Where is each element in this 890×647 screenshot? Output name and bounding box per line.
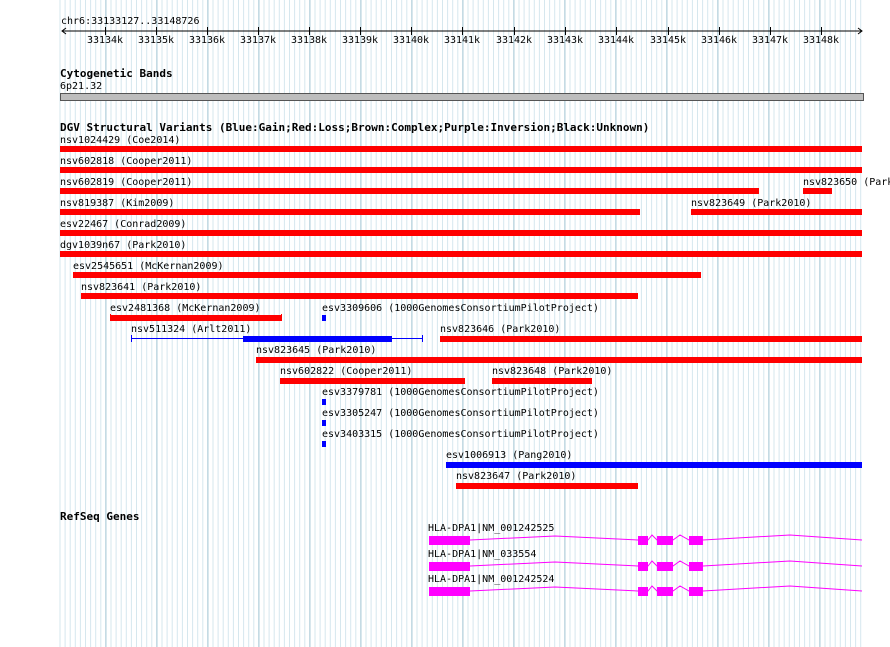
dgv-variant-bar[interactable] xyxy=(73,272,701,278)
ruler-tick-label: 33142k xyxy=(495,35,533,46)
refseq-exon xyxy=(638,562,648,571)
dgv-variant-label: esv22467 (Conrad2009) xyxy=(60,219,187,230)
ruler-tick xyxy=(360,27,361,35)
refseq-exon xyxy=(429,562,470,571)
dgv-variant-bar[interactable] xyxy=(492,378,592,384)
dgv-variant-label: nsv823650 (Park xyxy=(803,177,890,188)
dgv-variant-core[interactable] xyxy=(243,336,392,342)
ruler-tick xyxy=(411,27,412,35)
ruler-tick xyxy=(309,27,310,35)
ruler-tick xyxy=(565,27,566,35)
ruler-tick xyxy=(616,27,617,35)
dgv-variant-bar[interactable] xyxy=(446,462,862,468)
refseq-gene-model[interactable] xyxy=(0,559,890,573)
refseq-track-title: RefSeq Genes xyxy=(60,510,140,523)
refseq-exon xyxy=(657,536,673,545)
dgv-variant-label: esv2545651 (McKernan2009) xyxy=(73,261,224,272)
dgv-variant-bar[interactable] xyxy=(456,483,638,489)
ruler-tick-label: 33145k xyxy=(649,35,687,46)
ruler-tick-label: 33136k xyxy=(188,35,226,46)
dgv-track-title: DGV Structural Variants (Blue:Gain;Red:L… xyxy=(60,121,650,134)
dgv-variant-bar[interactable] xyxy=(60,251,862,257)
dgv-variant-label: esv3379781 (1000GenomesConsortiumPilotPr… xyxy=(322,387,599,398)
cytoband-track-title: Cytogenetic Bands xyxy=(60,67,173,80)
dgv-variant-label: esv3309606 (1000GenomesConsortiumPilotPr… xyxy=(322,303,599,314)
ruler-tick-label: 33140k xyxy=(392,35,430,46)
dgv-variant-bar[interactable] xyxy=(60,146,862,152)
refseq-exon xyxy=(689,536,703,545)
dgv-variant-bar[interactable] xyxy=(60,167,862,173)
dgv-variant-bar[interactable] xyxy=(60,230,862,236)
ruler-tick xyxy=(821,27,822,35)
dgv-variant-core[interactable] xyxy=(110,315,282,321)
dgv-variant-bar[interactable] xyxy=(256,357,862,363)
dgv-variant-label: nsv511324 (Arlt2011) xyxy=(131,324,252,335)
ruler-tick xyxy=(207,27,208,35)
refseq-exon xyxy=(657,562,673,571)
cytoband-label: 6p21.32 xyxy=(60,81,103,92)
dgv-variant-label: nsv1024429 (Coe2014) xyxy=(60,135,181,146)
cytoband-bar[interactable] xyxy=(60,93,864,101)
dgv-variant-label: nsv823649 (Park2010) xyxy=(691,198,812,209)
ruler-tick-label: 33135k xyxy=(137,35,175,46)
refseq-exon xyxy=(429,587,470,596)
dgv-variant-label: nsv823648 (Park2010) xyxy=(492,366,613,377)
ruler-tick xyxy=(105,27,106,35)
ruler-tick-label: 33138k xyxy=(290,35,328,46)
dgv-variant-label: nsv823647 (Park2010) xyxy=(456,471,577,482)
dgv-variant-label: nsv602822 (Cooper2011) xyxy=(280,366,413,377)
refseq-gene-model[interactable] xyxy=(0,533,890,547)
ruler-tick-label: 33143k xyxy=(546,35,584,46)
ruler-tick xyxy=(462,27,463,35)
refseq-gene-model[interactable] xyxy=(0,584,890,598)
ruler-tick-label: 33137k xyxy=(239,35,277,46)
dgv-variant-bar[interactable] xyxy=(440,336,862,342)
dgv-variant-label: nsv823641 (Park2010) xyxy=(81,282,202,293)
dgv-variant-bar[interactable] xyxy=(280,378,465,384)
ruler-tick-label: 33144k xyxy=(597,35,635,46)
dgv-variant-label: esv3305247 (1000GenomesConsortiumPilotPr… xyxy=(322,408,599,419)
dgv-variant-label: nsv823645 (Park2010) xyxy=(256,345,377,356)
ruler-tick xyxy=(258,27,259,35)
dgv-variant-label: esv1006913 (Pang2010) xyxy=(446,450,573,461)
ruler-tick xyxy=(770,27,771,35)
dgv-variant-bar-end xyxy=(422,335,423,342)
ruler-tick-label: 33141k xyxy=(443,35,481,46)
dgv-variant-bar[interactable] xyxy=(322,315,326,321)
refseq-exon xyxy=(657,587,673,596)
ruler-tick xyxy=(719,27,720,35)
dgv-variant-bar[interactable] xyxy=(322,399,326,405)
dgv-variant-bar[interactable] xyxy=(322,420,326,426)
ruler-tick-label: 33146k xyxy=(700,35,738,46)
dgv-variant-label: esv2481368 (McKernan2009) xyxy=(110,303,261,314)
dgv-variant-label: esv3403315 (1000GenomesConsortiumPilotPr… xyxy=(322,429,599,440)
ruler-tick xyxy=(514,27,515,35)
ruler-tick xyxy=(156,27,157,35)
dgv-variant-bar[interactable] xyxy=(691,209,862,215)
ruler-tick-label: 33134k xyxy=(86,35,124,46)
dgv-variant-label: nsv602819 (Cooper2011) xyxy=(60,177,193,188)
dgv-variant-bar[interactable] xyxy=(803,188,832,194)
refseq-exon xyxy=(429,536,470,545)
refseq-exon xyxy=(689,587,703,596)
dgv-variant-bar[interactable] xyxy=(322,441,326,447)
ruler-tick xyxy=(668,27,669,35)
refseq-exon xyxy=(689,562,703,571)
ruler-tick-label: 33148k xyxy=(802,35,840,46)
dgv-variant-label: dgv1039n67 (Park2010) xyxy=(60,240,187,251)
dgv-variant-label: nsv823646 (Park2010) xyxy=(440,324,561,335)
refseq-exon xyxy=(638,587,648,596)
dgv-variant-bar[interactable] xyxy=(60,188,759,194)
dgv-variant-bar-end xyxy=(131,335,132,342)
dgv-variant-label: nsv819387 (Kim2009) xyxy=(60,198,175,209)
ruler-tick-label: 33147k xyxy=(751,35,789,46)
dgv-variant-bar[interactable] xyxy=(81,293,638,299)
refseq-exon xyxy=(638,536,648,545)
ruler-tick-label: 33139k xyxy=(341,35,379,46)
dgv-variant-bar[interactable] xyxy=(60,209,640,215)
dgv-variant-label: nsv602818 (Cooper2011) xyxy=(60,156,193,167)
